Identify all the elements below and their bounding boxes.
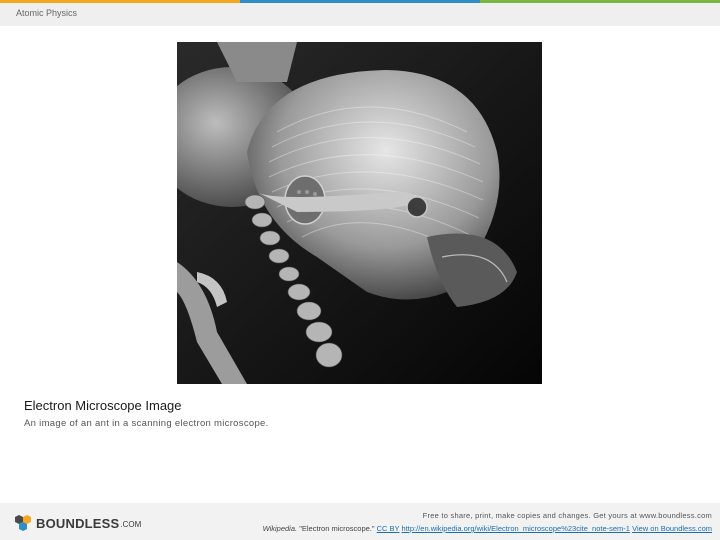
ant-sem-image — [177, 42, 542, 384]
brand-name: BOUNDLESS — [36, 515, 120, 531]
brand-suffix: .COM — [120, 520, 142, 529]
accent-stripe-orange — [0, 0, 240, 3]
source-title: "Electron microscope." — [297, 524, 377, 533]
attribution: Wikipedia. "Electron microscope." CC BY … — [263, 524, 712, 533]
accent-stripe-blue — [240, 0, 480, 3]
view-on-boundless-link[interactable]: View on Boundless.com — [632, 524, 712, 533]
source-url-link[interactable]: http://en.wikipedia.org/wiki/Electron_mi… — [402, 524, 630, 533]
header-bar: Atomic Physics — [0, 0, 720, 26]
figure-caption-title: Electron Microscope Image — [24, 398, 182, 413]
free-to-share-text: Free to share, print, make copies and ch… — [422, 511, 712, 520]
accent-stripe-green — [480, 0, 720, 3]
source-name: Wikipedia. — [262, 524, 298, 533]
ant-illustration — [177, 42, 542, 384]
boundless-logo-icon — [15, 515, 31, 531]
footer-bar: BOUNDLESS .COM Free to share, print, mak… — [0, 503, 720, 540]
license-link[interactable]: CC BY — [377, 524, 400, 533]
figure-caption-text: An image of an ant in a scanning electro… — [24, 418, 269, 429]
course-title: Atomic Physics — [16, 8, 78, 18]
boundless-logo[interactable]: BOUNDLESS .COM — [14, 515, 141, 531]
